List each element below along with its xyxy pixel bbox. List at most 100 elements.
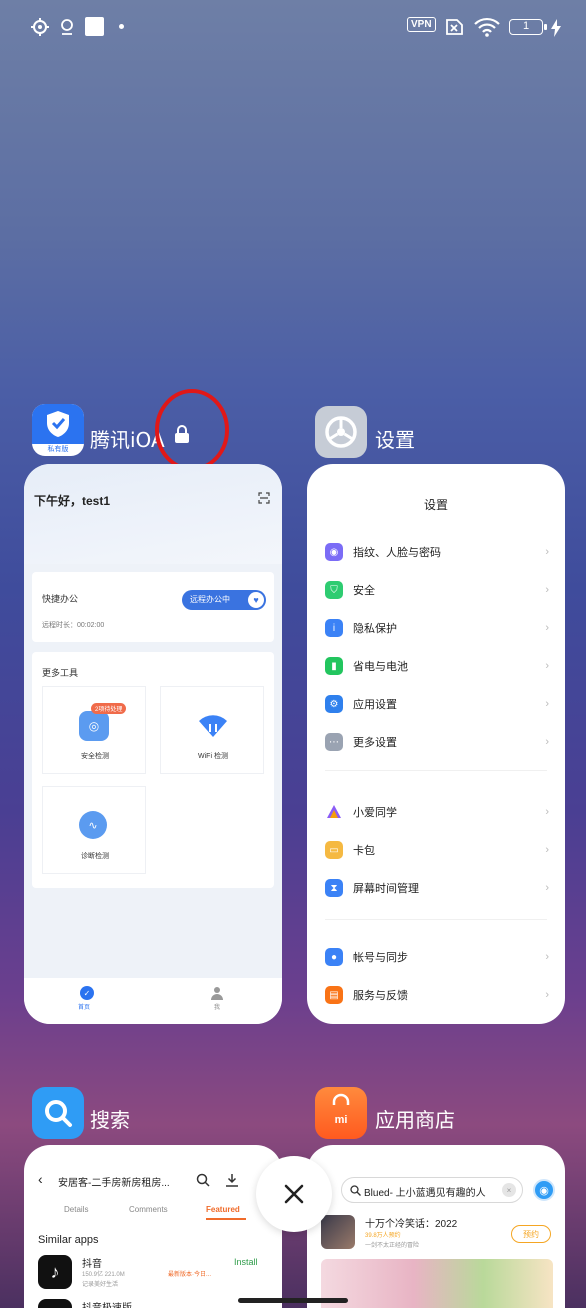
settings-item-feedback[interactable]: ▤ 服务与反馈 ›: [325, 984, 549, 1006]
blued-app-icon[interactable]: ◉: [533, 1179, 555, 1201]
similar-app-row[interactable]: ♪ 抖音极速版: [38, 1295, 270, 1308]
settings-item-label: 小爱同学: [353, 807, 397, 819]
battery-icon: ▮: [325, 657, 343, 675]
location-icon: [61, 19, 73, 35]
more-tools-panel: 更多工具 ◎ 2项待处理 安全检测 WiFi 检测 ∿ 诊断检测: [32, 652, 274, 888]
store-search-input[interactable]: Blued- 上小蓝遇见有趣的人 ×: [341, 1177, 523, 1203]
settings-item-label: 屏幕时间管理: [353, 883, 419, 895]
greeting-text: 下午好，test1: [34, 494, 111, 508]
promo-title: 十万个冷笑话：2022: [365, 1219, 458, 1230]
reserve-button[interactable]: 预约: [511, 1225, 551, 1243]
promo-description: 一剑不太正经的冒险: [365, 1243, 420, 1249]
tool-security-label: 安全检测: [81, 753, 109, 760]
ioa-app-icon[interactable]: 私有版: [32, 404, 84, 456]
vpn-badge: VPN: [407, 17, 436, 32]
tool-wifi-label: WiFi 检测: [198, 753, 228, 760]
gear-icon: [325, 416, 357, 448]
tool-diagnose[interactable]: ∿ 诊断检测: [42, 786, 146, 874]
tool-security-check[interactable]: ◎ 2项待处理 安全检测: [42, 686, 146, 774]
settings-item-screentime[interactable]: ⧗ 屏幕时间管理 ›: [325, 877, 549, 899]
home-nav-icon[interactable]: ✓: [80, 986, 94, 1000]
tab-details[interactable]: Details: [64, 1205, 88, 1214]
quick-office-panel: 快捷办公 远程办公中 ♥ 远程时长：00:02:00: [32, 572, 274, 642]
back-arrow-icon[interactable]: ‹: [38, 1171, 43, 1187]
tool-diagnose-label: 诊断检测: [81, 853, 109, 860]
tab-comments[interactable]: Comments: [129, 1205, 168, 1214]
highlight-circle: [155, 389, 229, 471]
search-app-name: 搜索: [90, 1108, 130, 1132]
search-app-icon[interactable]: [32, 1087, 84, 1139]
tool-wifi-check[interactable]: WiFi 检测: [160, 686, 264, 774]
clear-search-icon[interactable]: ×: [502, 1183, 516, 1197]
app-store-icon[interactable]: mi: [315, 1087, 367, 1139]
settings-item-label: 更多设置: [353, 737, 397, 749]
settings-preview-card[interactable]: 设置 ◉ 指纹、人脸与密码 › ⛉ 安全 › i 隐私保护 › ▮ 省电与电池 …: [307, 464, 565, 1024]
shield-icon: ⛉: [325, 581, 343, 599]
quick-office-label: 快捷办公: [42, 594, 79, 604]
install-button[interactable]: Install: [234, 1257, 258, 1267]
settings-app-icon[interactable]: [315, 406, 367, 458]
chevron-right-icon: ›: [545, 698, 549, 710]
promo-banner[interactable]: [321, 1259, 553, 1308]
wifi-icon: [474, 17, 500, 37]
search-preview-card[interactable]: ‹ 安居客-二手房新房租房... Details Comments Featur…: [24, 1145, 282, 1308]
settings-title: 设置: [423, 498, 448, 512]
settings-item-privacy[interactable]: i 隐私保护 ›: [325, 617, 549, 639]
settings-item-security[interactable]: ⛉ 安全 ›: [325, 579, 549, 601]
settings-item-xiaoai[interactable]: 小爱同学 ›: [325, 801, 549, 823]
chevron-right-icon: ›: [545, 736, 549, 748]
chevron-right-icon: ›: [545, 806, 549, 818]
settings-item-label: 服务与反馈: [353, 990, 408, 1002]
no-sim-icon: [446, 19, 463, 35]
settings-item-label: 应用设置: [353, 699, 397, 711]
search-page-title: 安居客-二手房新房租房...: [58, 1178, 170, 1189]
settings-item-label: 安全: [353, 585, 375, 597]
home-indicator[interactable]: [238, 1298, 348, 1303]
wifi-check-icon: [199, 715, 227, 737]
close-all-button[interactable]: [256, 1156, 332, 1232]
more-tools-label: 更多工具: [42, 668, 79, 678]
privacy-icon: i: [325, 619, 343, 637]
nav-me-label[interactable]: 我: [214, 1002, 220, 1011]
svg-text:mi: mi: [335, 1114, 348, 1126]
remote-pill-label: 远程办公中: [190, 595, 230, 604]
divider: [325, 919, 547, 920]
store-search-text: Blued- 上小蓝遇见有趣的人: [364, 1188, 486, 1199]
settings-item-more[interactable]: ⋯ 更多设置 ›: [325, 731, 549, 753]
store-preview-card[interactable]: Blued- 上小蓝遇见有趣的人 × ◉ 十万个冷笑话：2022 39.8万人预…: [307, 1145, 565, 1308]
chevron-right-icon: ›: [545, 622, 549, 634]
ioa-preview-card[interactable]: 下午好，test1 快捷办公 远程办公中 ♥ 远程时长：00:02:00 更多工…: [24, 464, 282, 1024]
app-settings-icon: ⚙: [325, 695, 343, 713]
settings-item-account[interactable]: ● 帐号与同步 ›: [325, 946, 549, 968]
feedback-icon: ▤: [325, 986, 343, 1004]
settings-item-battery[interactable]: ▮ 省电与电池 ›: [325, 655, 549, 677]
search-small-icon[interactable]: [196, 1173, 210, 1187]
settings-item-wallet[interactable]: ▭ 卡包 ›: [325, 839, 549, 861]
close-icon: [284, 1184, 304, 1204]
battery-indicator: 1: [509, 19, 547, 35]
remote-office-pill[interactable]: 远程办公中 ♥: [182, 590, 266, 610]
profile-nav-icon[interactable]: [210, 986, 224, 1000]
settings-item-label: 帐号与同步: [353, 952, 408, 964]
tool-badge: 2项待处理: [91, 703, 127, 714]
chevron-right-icon: ›: [545, 660, 549, 672]
chevron-right-icon: ›: [545, 584, 549, 596]
settings-item-label: 隐私保护: [353, 623, 397, 635]
settings-item-fingerprint[interactable]: ◉ 指纹、人脸与密码 ›: [325, 541, 549, 563]
douyin-app-icon: ♪: [38, 1255, 72, 1289]
scan-icon[interactable]: [258, 492, 270, 504]
account-icon: ●: [325, 948, 343, 966]
chevron-right-icon: ›: [545, 844, 549, 856]
chevron-right-icon: ›: [545, 882, 549, 894]
ioa-icon-label: 私有版: [47, 446, 69, 453]
tab-indicator: [206, 1218, 246, 1220]
nav-home-label[interactable]: 首页: [78, 1002, 90, 1011]
diagnose-icon: ∿: [79, 811, 107, 839]
download-icon[interactable]: [225, 1173, 239, 1187]
tab-featured[interactable]: Featured: [206, 1205, 240, 1214]
app-subtitle: 记录美好生活: [82, 1282, 119, 1288]
similar-app-row[interactable]: ♪ 抖音 150.9亿 221.0M 最新版本·今日... 记录美好生活 Ins…: [38, 1253, 270, 1293]
similar-apps-heading: Similar apps: [38, 1234, 99, 1246]
charging-icon: [551, 19, 561, 37]
settings-item-apps[interactable]: ⚙ 应用设置 ›: [325, 693, 549, 715]
